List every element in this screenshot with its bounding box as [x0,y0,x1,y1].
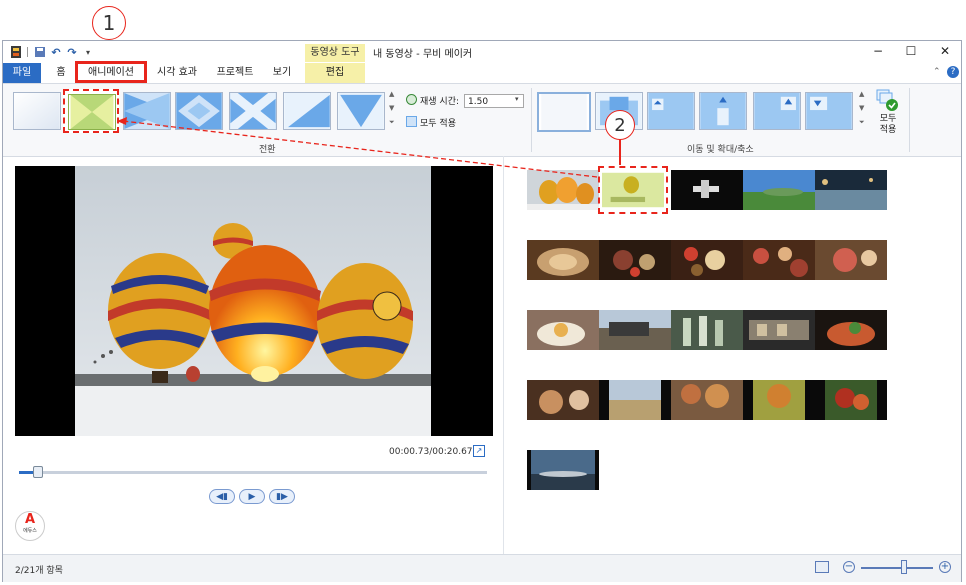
thumbnail-size-icon[interactable] [815,561,829,573]
seek-track[interactable] [19,471,487,474]
dashed-arrow [117,117,598,178]
clip-park[interactable] [599,380,671,420]
clip-autumn-2[interactable] [743,380,815,420]
app-window: ↶ ↷ ▾ 동영상 도구 내 동영상 - 무비 메이커 − ☐ ✕ 파일 홈 애… [2,40,962,582]
clip-bottles[interactable] [671,310,743,350]
clip-dessert[interactable] [527,310,599,350]
clip-meal[interactable] [527,380,599,420]
zoom-thumb[interactable] [901,560,908,574]
clip-sunset[interactable] [527,450,599,490]
clip-food-1[interactable] [527,240,599,280]
clip-food-4[interactable] [743,240,815,280]
play-button[interactable]: ▶ [239,489,265,504]
item-count: 2/21개 항목 [15,566,63,576]
clip-food-2[interactable] [599,240,671,280]
seek-thumb[interactable] [33,466,44,478]
previous-frame-button[interactable]: ◀▮ [209,489,235,504]
callout-1: 1 [92,6,126,40]
zoom-track[interactable] [861,567,933,569]
clip-food-3[interactable] [671,240,743,280]
zoom-in-button[interactable]: + [939,561,951,573]
clip-shop[interactable] [743,310,815,350]
clip-food-5[interactable] [815,240,887,280]
fullscreen-icon[interactable]: ↗ [473,445,485,457]
clip-autumn-1[interactable] [671,380,743,420]
zoom-out-button[interactable]: − [843,561,855,573]
clip-building[interactable] [599,310,671,350]
brand-logo: A 에듀스 [15,511,45,541]
clip-steak[interactable] [815,310,887,350]
preview-time: 00:00.73/00:20.67 [389,447,473,457]
clip-autumn-3[interactable] [815,380,887,420]
next-frame-button[interactable]: ▮▶ [269,489,295,504]
status-bar: 2/21개 항목 − + [3,554,961,582]
